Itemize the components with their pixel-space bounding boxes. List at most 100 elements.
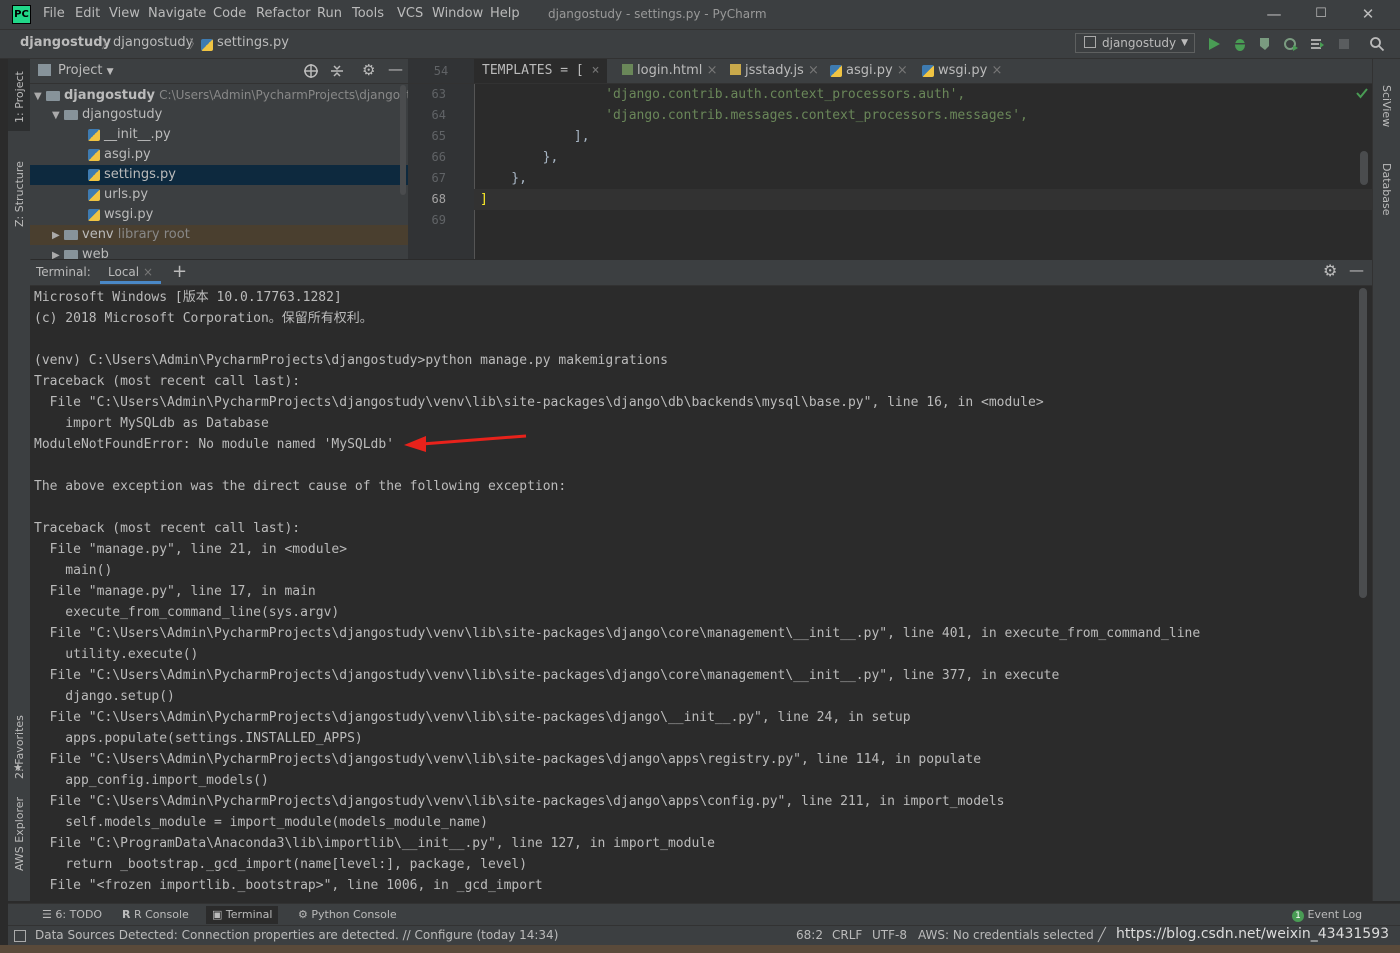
hide-panel-icon[interactable]: — <box>388 60 403 78</box>
folder-icon <box>64 109 78 120</box>
close-icon[interactable]: × <box>707 63 718 78</box>
event-log-tab[interactable]: 1 Event Log <box>1286 906 1368 924</box>
close-icon[interactable]: × <box>897 63 908 78</box>
tree-item-file[interactable]: __init__.py <box>30 125 408 145</box>
locate-icon[interactable] <box>303 63 319 79</box>
terminal-tab-label: Local <box>108 265 140 279</box>
database-tool-tab[interactable]: Database <box>1380 163 1393 216</box>
terminal-line: django.setup() <box>34 689 175 704</box>
python-file-icon <box>88 168 100 181</box>
tree-item-venv[interactable]: ▶ venv library root <box>30 225 408 245</box>
hide-panel-icon[interactable]: — <box>1349 261 1364 279</box>
terminal-scrollbar[interactable] <box>1359 288 1367 598</box>
pycharm-logo-icon: PC <box>12 5 31 24</box>
file-encoding[interactable]: UTF-8 <box>872 928 907 942</box>
breadcrumb-file[interactable]: settings.py <box>217 35 289 50</box>
tab-asgi-py[interactable]: asgi.py × <box>822 59 916 83</box>
code-line-current[interactable]: ] <box>480 189 488 210</box>
menu-window[interactable]: Window <box>432 6 483 21</box>
close-icon[interactable]: × <box>143 265 153 279</box>
profile-icon[interactable] <box>1283 36 1299 52</box>
code-line[interactable]: 'django.contrib.auth.context_processors.… <box>480 84 965 105</box>
terminal-tab-local[interactable]: Local × <box>100 260 161 284</box>
menu-help[interactable]: Help <box>490 6 520 21</box>
aws-credentials[interactable]: AWS: No credentials selected <box>918 928 1094 942</box>
line-separator[interactable]: CRLF <box>832 928 862 942</box>
event-log-tab-label: Event Log <box>1307 908 1363 921</box>
terminal-output[interactable]: Microsoft Windows [版本 10.0.17763.1282] (c… <box>30 287 1355 901</box>
gear-icon[interactable]: ⚙ <box>362 61 375 79</box>
caret-position[interactable]: 68:2 <box>796 928 823 942</box>
stop-icon[interactable] <box>1336 36 1352 52</box>
tab-jsstady-js[interactable]: jsstady.js × <box>722 59 827 83</box>
tab-wsgi-py[interactable]: wsgi.py × <box>914 59 1010 83</box>
sciview-tool-tab[interactable]: SciView <box>1380 85 1393 127</box>
menu-navigate[interactable]: Navigate <box>148 6 206 21</box>
code-line[interactable]: 'django.contrib.messages.context_process… <box>480 105 1028 126</box>
new-terminal-button[interactable]: + <box>172 261 187 282</box>
breadcrumb-package[interactable]: djangostudy <box>113 35 193 50</box>
project-tool-tab[interactable]: 1: Project <box>8 59 30 131</box>
concurrency-icon[interactable] <box>1309 36 1325 52</box>
tree-item-package[interactable]: ▼ djangostudy <box>30 105 408 125</box>
menu-refactor[interactable]: Refactor <box>256 6 311 21</box>
terminal-line: File "C:\ProgramData\Anaconda3\lib\impor… <box>34 836 715 851</box>
close-icon[interactable]: × <box>992 63 1003 78</box>
tree-item-web[interactable]: ▶ web <box>30 245 408 259</box>
tab-breadcrumb-templates[interactable]: TEMPLATES = [ × <box>474 59 608 83</box>
project-view-select[interactable]: Project ▼ <box>58 63 114 78</box>
status-message[interactable]: Data Sources Detected: Connection proper… <box>35 928 558 942</box>
code-line[interactable]: }, <box>480 147 559 168</box>
tab-login-html[interactable]: login.html × <box>614 59 725 83</box>
tree-item-file[interactable]: asgi.py <box>30 145 408 165</box>
status-panel-toggle-icon[interactable] <box>14 930 26 942</box>
minimize-button[interactable]: — <box>1263 4 1285 24</box>
close-icon[interactable]: × <box>808 63 819 78</box>
tab-label: jsstady.js <box>745 63 804 78</box>
close-button[interactable]: ✕ <box>1357 4 1379 24</box>
gear-icon[interactable]: ⚙ <box>1323 261 1337 280</box>
debug-icon[interactable] <box>1232 36 1248 52</box>
terminal-tab[interactable]: ▣ Terminal <box>206 906 279 924</box>
menu-code[interactable]: Code <box>213 6 246 21</box>
run-icon[interactable] <box>1206 36 1222 52</box>
coverage-icon[interactable] <box>1257 36 1273 52</box>
tree-item-file[interactable]: urls.py <box>30 185 408 205</box>
tree-item-file[interactable]: wsgi.py <box>30 205 408 225</box>
right-tool-strip: SciView Database <box>1372 59 1400 901</box>
structure-tool-tab[interactable]: Z: Structure <box>13 161 26 227</box>
todo-tab[interactable]: ☰ 6: TODO <box>36 906 108 924</box>
editor-scrollbar[interactable] <box>1360 151 1368 185</box>
terminal-line: File "C:\Users\Admin\PycharmProjects\dja… <box>34 395 1044 410</box>
python-file-icon <box>88 128 100 141</box>
pencil-icon[interactable]: ╱ <box>1098 928 1106 943</box>
tree-item-label: djangostudy <box>64 88 156 103</box>
menu-file[interactable]: File <box>43 6 65 21</box>
menu-edit[interactable]: Edit <box>75 6 100 21</box>
close-icon[interactable]: × <box>592 63 600 78</box>
code-line[interactable]: }, <box>480 168 527 189</box>
project-scrollbar[interactable] <box>400 85 406 195</box>
project-panel-header: Project ▼ ⚙ — <box>30 59 408 84</box>
inspection-ok-icon[interactable] <box>1356 87 1368 99</box>
menu-tools[interactable]: Tools <box>352 6 384 21</box>
tree-item-file-selected[interactable]: settings.py <box>30 165 408 185</box>
search-icon[interactable] <box>1369 36 1385 52</box>
aws-explorer-tool-tab[interactable]: AWS Explorer <box>13 797 26 871</box>
line-number: 69 <box>431 213 446 227</box>
menu-vcs[interactable]: VCS <box>397 6 423 21</box>
maximize-button[interactable]: ☐ <box>1310 4 1332 24</box>
terminal-line: File "C:\Users\Admin\PycharmProjects\dja… <box>34 626 1201 641</box>
menu-view[interactable]: View <box>109 6 140 21</box>
code-line[interactable]: ], <box>480 126 590 147</box>
breadcrumb-project[interactable]: djangostudy <box>20 35 111 50</box>
python-console-tab[interactable]: ⚙ Python Console <box>292 906 403 924</box>
menu-run[interactable]: Run <box>317 6 342 21</box>
title-bar: PC File Edit View Navigate Code Refactor… <box>0 0 1400 30</box>
r-console-tab[interactable]: R R Console <box>116 906 195 924</box>
tree-item-root[interactable]: ▼ djangostudy C:\Users\Admin\PycharmProje… <box>30 85 408 105</box>
folder-icon <box>64 249 78 259</box>
run-configuration-select[interactable]: djangostudy ▼ <box>1075 33 1195 53</box>
terminal-line: (venv) C:\Users\Admin\PycharmProjects\dj… <box>34 353 668 368</box>
collapse-all-icon[interactable] <box>329 63 345 79</box>
